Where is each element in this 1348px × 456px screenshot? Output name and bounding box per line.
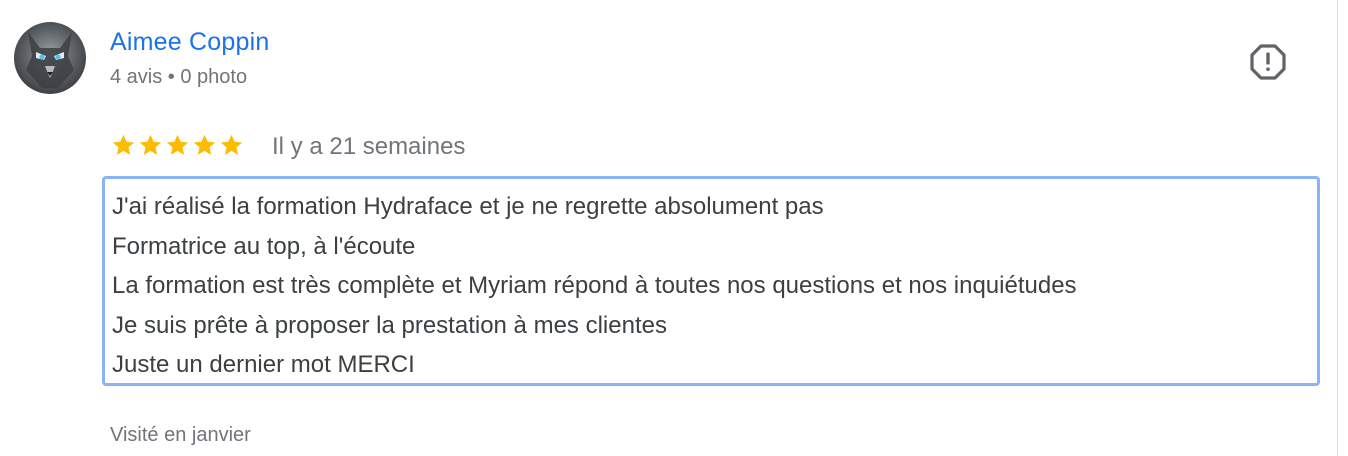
review-text-line: Formatrice au top, à l'écoute [112,232,416,260]
review-text-line: La formation est très complète et Myriam… [112,272,1077,299]
wolf-avatar-icon [26,32,74,88]
review-text-line: Je suis prête à proposer la prestation à… [112,311,667,339]
star-icon [112,134,135,155]
star-icon [139,134,162,155]
author-meta: 4 avis • 0 photo [110,66,248,88]
right-divider [1337,0,1338,456]
review-card: Aimee Coppin 4 avis • 0 photo Il y a 21 … [0,0,1348,456]
author-avatar[interactable] [14,22,86,94]
star-icon [220,134,243,155]
review-text[interactable]: J'ai réalisé la formation Hydraface et j… [102,176,1320,386]
author-name-link[interactable]: Aimee Coppin [110,28,269,57]
review-date: Il y a 21 semaines [272,133,466,160]
visit-info: Visité en janvier [110,424,251,446]
rating-stars [110,130,245,160]
review-text-line: Juste un dernier mot MERCI [112,351,415,378]
star-icon [193,134,216,155]
star-icon [166,134,189,155]
review-text-line: J'ai réalisé la formation Hydraface et j… [112,193,824,220]
report-icon[interactable] [1248,42,1288,82]
